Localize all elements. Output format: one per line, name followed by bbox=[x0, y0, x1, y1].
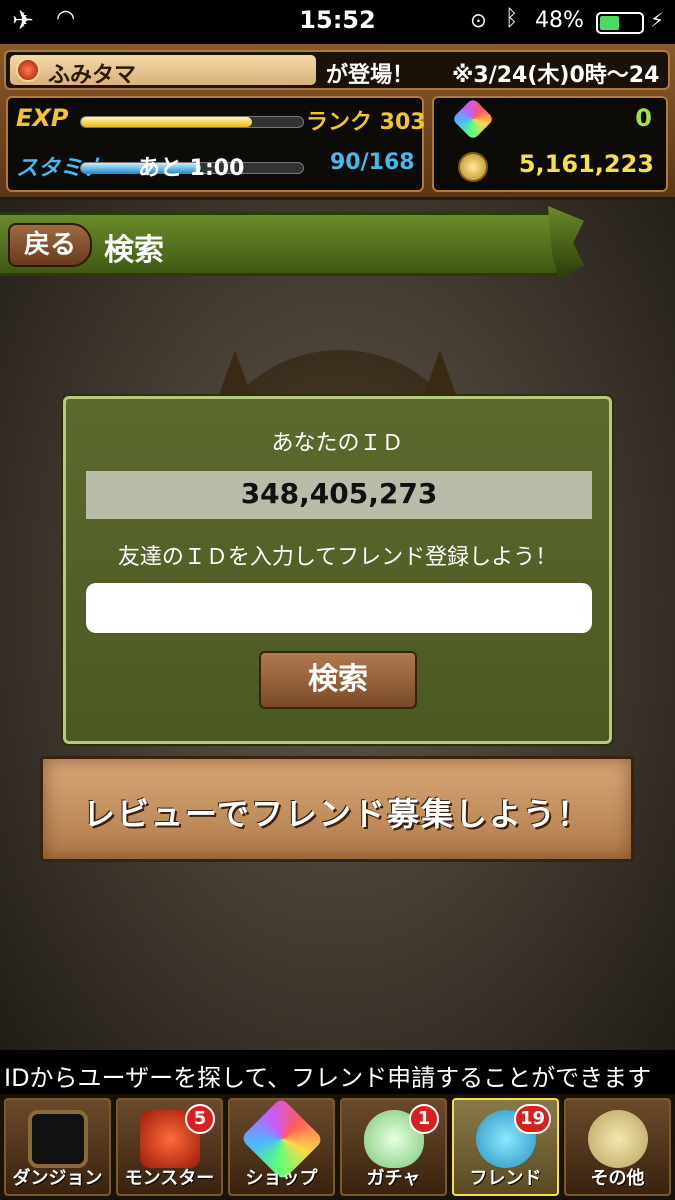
magic-stone-icon bbox=[451, 97, 495, 141]
magic-stone-count: 0 bbox=[635, 104, 652, 132]
bluetooth-icon: ᛒ bbox=[505, 6, 519, 31]
search-dialog: あなたのＩＤ 348,405,273 友達のＩＤを入力してフレンド登録しよう！ … bbox=[63, 396, 612, 744]
main-area: 戻る 検索 あなたのＩＤ 348,405,273 友達のＩＤを入力してフレンド登… bbox=[0, 200, 675, 1090]
question-mark-icon bbox=[588, 1110, 648, 1168]
player-avatar-icon bbox=[16, 58, 40, 82]
stamina-remaining: あと 1:00 bbox=[138, 156, 245, 181]
dungeon-gate-icon bbox=[28, 1110, 88, 1168]
coin-count: 5,161,223 bbox=[518, 150, 654, 178]
nav-gacha[interactable]: 1 ガチャ bbox=[340, 1098, 447, 1196]
friend-id-hint: 友達のＩＤを入力してフレンド登録しよう！ bbox=[117, 545, 558, 570]
page-title: 検索 bbox=[104, 233, 164, 268]
stamina-value: 90/168 bbox=[330, 150, 415, 175]
player-stats-panel: EXP ランク 303 スタミナ あと 1:00 90/168 bbox=[6, 96, 426, 192]
nav-shop-label: ショップ bbox=[245, 1168, 318, 1189]
nav-dungeon[interactable]: ダンジョン bbox=[4, 1098, 111, 1196]
title-bar: 戻る 検索 bbox=[0, 212, 560, 276]
nav-gacha-label: ガチャ bbox=[366, 1168, 421, 1189]
nav-other[interactable]: その他 bbox=[564, 1098, 671, 1196]
news-ticker[interactable]: ふみタマ が登場！ ※3/24(木)0時～24 bbox=[4, 50, 670, 90]
nav-friend-label: フレンド bbox=[469, 1168, 542, 1189]
news-player-box: ふみタマ bbox=[10, 55, 316, 88]
bottom-nav: ダンジョン 5 モンスター ショップ 1 ガチャ 19 フレンド その他 bbox=[0, 1094, 675, 1200]
coin-icon bbox=[458, 152, 488, 182]
nav-monster-label: モンスター bbox=[124, 1168, 215, 1189]
review-banner-label: レビューでフレンド募集しよう！ bbox=[82, 795, 592, 833]
nav-shop[interactable]: ショップ bbox=[228, 1098, 335, 1196]
news-date: ※3/24(木)0時～24 bbox=[452, 63, 660, 88]
footer-hint-text: IDからユーザーを探して、フレンド申請することができます bbox=[4, 1064, 652, 1092]
exp-label: EXP bbox=[16, 104, 69, 132]
nav-other-label: その他 bbox=[590, 1168, 645, 1189]
rotation-lock-icon: ⊙ bbox=[470, 8, 487, 32]
exp-bar bbox=[80, 116, 304, 128]
game-header: ふみタマ が登場！ ※3/24(木)0時～24 EXP ランク 303 スタミナ… bbox=[0, 44, 675, 200]
rank-label: ランク 303 bbox=[306, 110, 426, 135]
gacha-badge: 1 bbox=[409, 1104, 439, 1134]
charging-icon: ⚡ bbox=[650, 8, 665, 32]
battery-icon bbox=[596, 12, 644, 34]
footer-hint-bar: IDからユーザーを探して、フレンド申請することができます bbox=[0, 1050, 675, 1094]
search-button[interactable]: 検索 bbox=[259, 651, 417, 709]
news-message: が登場！ bbox=[326, 63, 415, 88]
currency-panel: 0 5,161,223 bbox=[432, 96, 668, 192]
your-id-value: 348,405,273 bbox=[240, 477, 438, 510]
news-player-name: ふみタマ bbox=[48, 63, 137, 88]
monster-badge: 5 bbox=[185, 1104, 215, 1134]
friend-id-input[interactable] bbox=[86, 583, 592, 633]
nav-friend[interactable]: 19 フレンド bbox=[452, 1098, 559, 1196]
back-button[interactable]: 戻る bbox=[8, 223, 92, 267]
your-id-box: 348,405,273 bbox=[86, 471, 592, 519]
nav-monster[interactable]: 5 モンスター bbox=[116, 1098, 223, 1196]
battery-percent: 48% bbox=[535, 8, 584, 33]
nav-dungeon-label: ダンジョン bbox=[12, 1168, 103, 1189]
your-id-label: あなたのＩＤ bbox=[271, 431, 404, 456]
status-bar: ✈ ◠ 15:52 ⊙ ᛒ 48% ⚡ bbox=[0, 0, 675, 44]
review-banner-button[interactable]: レビューでフレンド募集しよう！ bbox=[40, 756, 634, 862]
friend-badge: 19 bbox=[513, 1104, 551, 1134]
